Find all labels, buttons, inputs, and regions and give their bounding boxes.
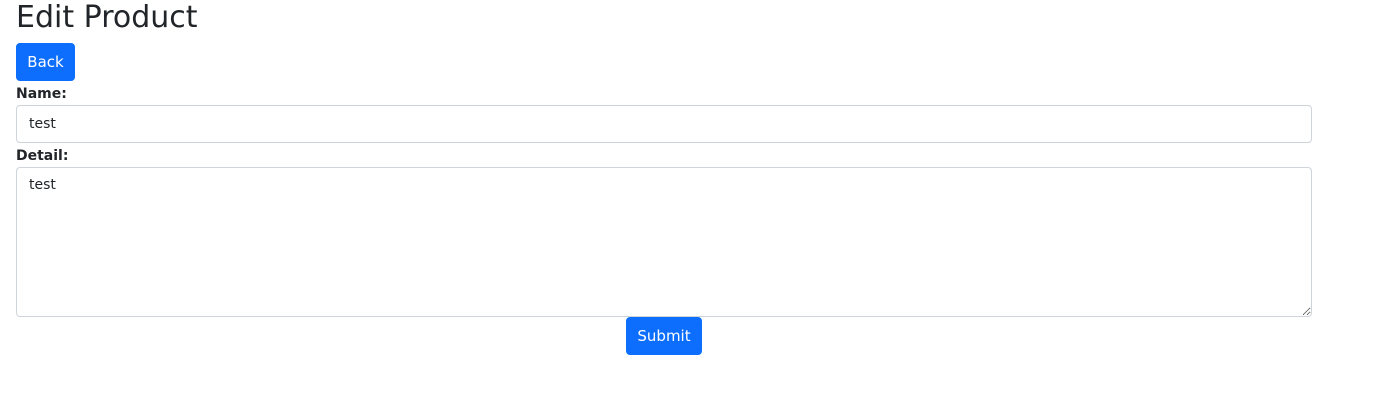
submit-button[interactable]: Submit [626,317,702,355]
detail-label: Detail: [16,148,69,164]
name-label: Name: [16,86,67,102]
detail-textarea[interactable]: test [16,167,1312,317]
name-input[interactable] [16,105,1312,143]
page-title: Edit Product [16,0,198,35]
back-button[interactable]: Back [16,43,75,81]
